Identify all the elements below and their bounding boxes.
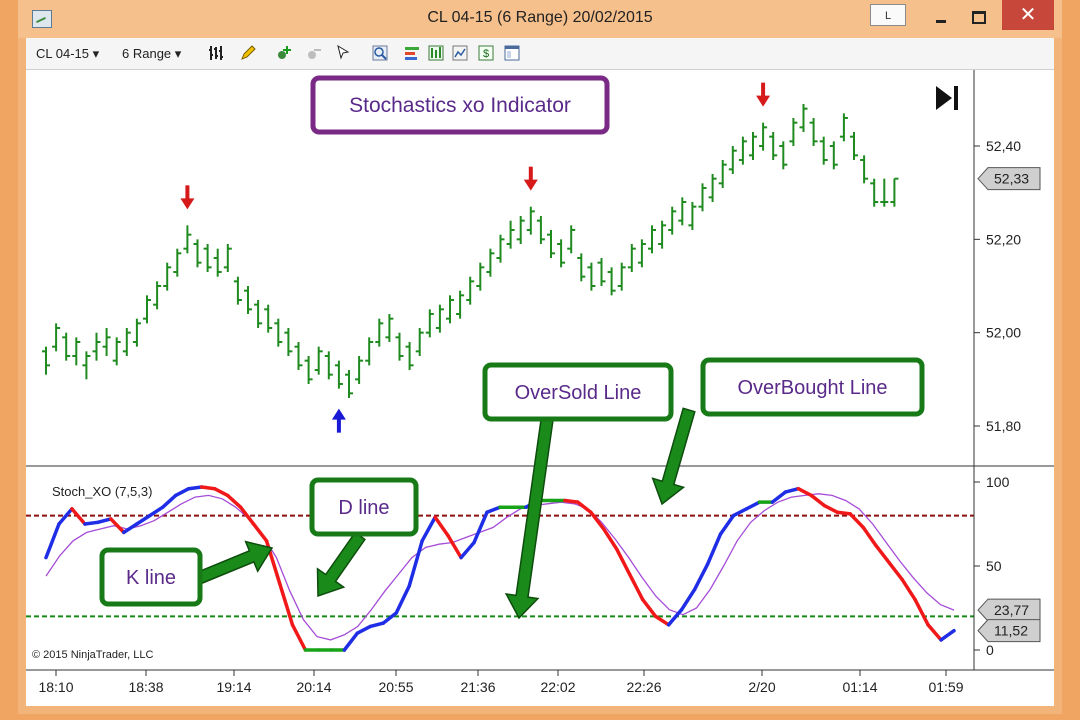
k-line-segment[interactable] bbox=[186, 485, 204, 491]
data-box-icon[interactable] bbox=[428, 45, 444, 61]
title-annotation: Stochastics xo Indicator bbox=[310, 75, 610, 135]
chart-window: CL 04-15 (6 Range) 20/02/2015 L ✕ CL 04-… bbox=[18, 0, 1062, 714]
k-value-marker: 11,52 bbox=[977, 619, 1041, 643]
properties-icon[interactable] bbox=[504, 45, 520, 61]
sell-arrow-shaft bbox=[528, 166, 533, 181]
interval-selector[interactable]: 6 Range ▾ bbox=[122, 46, 181, 62]
dollar-icon[interactable]: $ bbox=[478, 45, 494, 61]
price-tick-label: 52,00 bbox=[986, 325, 1021, 341]
time-tick-label: 01:59 bbox=[928, 679, 963, 695]
k-line-segment[interactable] bbox=[835, 510, 852, 516]
add-indicator-icon[interactable] bbox=[276, 45, 292, 61]
cursor-icon[interactable] bbox=[336, 45, 352, 61]
time-tick-label: 20:55 bbox=[378, 679, 413, 695]
price-tick-label: 51,80 bbox=[986, 418, 1021, 434]
close-button[interactable]: ✕ bbox=[1002, 0, 1054, 30]
chart-area[interactable]: 52,40 52,20 52,00 51,80 52,33 100 50 0 23,77 11,… bbox=[26, 70, 1054, 706]
link-button[interactable]: L bbox=[870, 4, 906, 26]
strategy-icon[interactable] bbox=[404, 45, 420, 61]
k-value-marker-label: 11,52 bbox=[994, 623, 1028, 639]
bar-style-icon[interactable] bbox=[208, 45, 224, 61]
oversold-annotation: OverSold Line bbox=[482, 362, 674, 422]
chart-toolbar: CL 04-15 ▾ 6 Range ▾ $ bbox=[26, 38, 1054, 70]
price-tick-label: 52,20 bbox=[986, 231, 1021, 247]
d-line-annotation-text: D line bbox=[338, 497, 389, 519]
d-value-marker-label: 23,77 bbox=[994, 602, 1029, 618]
indicator-title: Stoch_XO (7,5,3) bbox=[52, 484, 152, 499]
k-line-annotation: K line bbox=[99, 547, 203, 607]
time-tick-label: 01:14 bbox=[842, 679, 877, 695]
oversold-annotation-text: OverSold Line bbox=[515, 382, 642, 404]
time-tick-label: 22:02 bbox=[540, 679, 575, 695]
stoch-tick-label: 100 bbox=[986, 474, 1010, 490]
pencil-icon[interactable] bbox=[240, 45, 256, 61]
k-line-annotation-text: K line bbox=[126, 567, 176, 589]
chart-svg[interactable]: 52,40 52,20 52,00 51,80 52,33 100 50 0 23,77 11,… bbox=[26, 70, 1054, 706]
k-line-segment[interactable] bbox=[563, 498, 580, 504]
copyright-text: © 2015 NinjaTrader, LLC bbox=[32, 649, 153, 661]
sell-arrow-shaft bbox=[185, 185, 190, 200]
time-tick-label: 20:14 bbox=[296, 679, 331, 695]
buy-arrow-shaft bbox=[336, 418, 341, 433]
d-line-annotation: D line bbox=[309, 477, 419, 537]
d-value-marker: 23,77 bbox=[977, 598, 1041, 622]
time-tick-label: 18:38 bbox=[128, 679, 163, 695]
stoch-tick-label: 0 bbox=[986, 642, 994, 658]
stoch-tick-label: 50 bbox=[986, 558, 1002, 574]
instrument-label: CL 04-15 bbox=[36, 46, 89, 61]
title-annotation-text: Stochastics xo Indicator bbox=[349, 94, 571, 117]
time-tick-label: 2/20 bbox=[748, 679, 775, 695]
time-tick-label: 19:14 bbox=[216, 679, 251, 695]
k-line-segment[interactable] bbox=[83, 520, 100, 526]
last-price-marker: 52,33 bbox=[977, 167, 1041, 191]
svg-text:$: $ bbox=[483, 48, 489, 60]
price-tick-label: 52,40 bbox=[986, 138, 1021, 154]
time-tick-label: 21:36 bbox=[460, 679, 495, 695]
overbought-annotation-text: OverBought Line bbox=[737, 377, 887, 399]
sell-arrow-shaft bbox=[761, 82, 766, 97]
minimize-button[interactable] bbox=[926, 2, 956, 30]
chart-icon[interactable] bbox=[452, 45, 468, 61]
time-tick-label: 22:26 bbox=[626, 679, 661, 695]
instrument-selector[interactable]: CL 04-15 ▾ bbox=[36, 46, 99, 62]
k-line-segment[interactable] bbox=[199, 485, 217, 491]
remove-indicator-icon[interactable] bbox=[306, 45, 322, 61]
last-price-label: 52,33 bbox=[994, 171, 1029, 187]
overbought-annotation: OverBought Line bbox=[700, 357, 925, 417]
time-tick-label: 18:10 bbox=[38, 679, 73, 695]
maximize-button[interactable] bbox=[962, 2, 996, 30]
interval-label: 6 Range bbox=[122, 46, 172, 61]
title-bar[interactable]: CL 04-15 (6 Range) 20/02/2015 L ✕ bbox=[18, 0, 1062, 38]
zoom-icon[interactable] bbox=[372, 45, 388, 61]
